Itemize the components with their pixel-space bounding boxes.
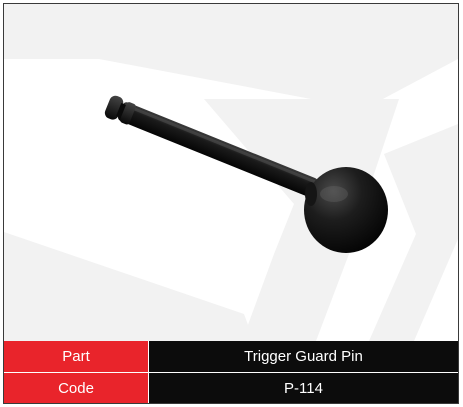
pin-illustration	[4, 4, 458, 341]
spec-label: Part	[4, 341, 149, 373]
pin-head	[304, 167, 388, 253]
product-image	[4, 4, 458, 341]
spec-label: Code	[4, 372, 149, 403]
spec-value: Trigger Guard Pin	[148, 341, 458, 373]
product-card: Part Trigger Guard Pin Code P-114	[3, 3, 459, 404]
watermark-logo	[4, 4, 458, 341]
spec-row-code: Code P-114	[4, 372, 458, 403]
spec-value: P-114	[148, 372, 458, 403]
spec-table: Part Trigger Guard Pin Code P-114	[4, 341, 458, 403]
spec-row-part: Part Trigger Guard Pin	[4, 341, 458, 373]
